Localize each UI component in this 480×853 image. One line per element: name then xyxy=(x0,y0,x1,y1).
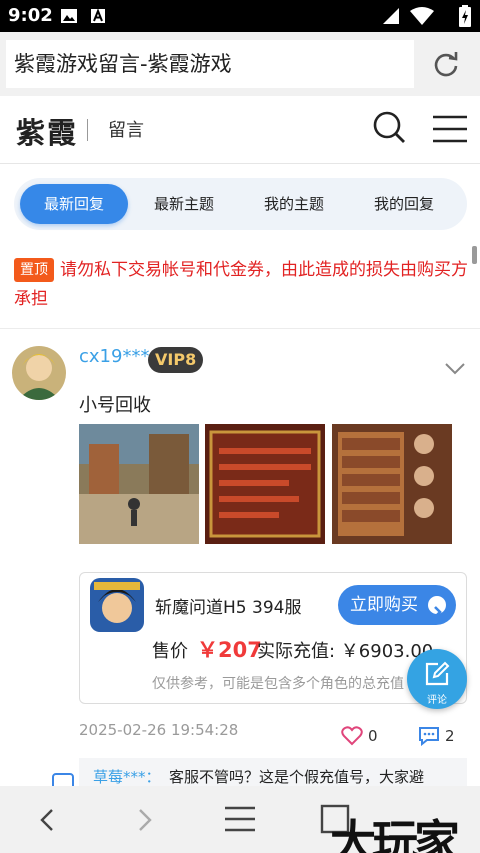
edit-icon xyxy=(425,661,450,686)
post-image-2[interactable] xyxy=(205,424,325,544)
buy-now-label: 立即购买 xyxy=(350,595,418,615)
post-username[interactable]: cx19*** xyxy=(79,346,149,367)
image-icon xyxy=(61,9,77,23)
reload-icon[interactable] xyxy=(432,50,460,78)
price-disclaimer: 仅供参考，可能是包含多个角色的总充值 xyxy=(152,676,404,692)
heart-icon[interactable] xyxy=(341,726,363,746)
pinned-badge: 置顶 xyxy=(14,258,54,282)
menu-lines-icon[interactable] xyxy=(224,806,256,832)
header-divider xyxy=(87,119,88,141)
screen: 9:02 紫霞游戏留言-紫霞游戏 紫霞 留言 最新回复 最新主题 我的主题 我的… xyxy=(0,0,480,853)
back-icon[interactable] xyxy=(38,808,56,832)
search-icon[interactable] xyxy=(372,110,406,144)
battery-icon xyxy=(459,5,471,27)
site-logo[interactable]: 紫霞 xyxy=(16,110,78,152)
status-bar: 9:02 xyxy=(0,0,480,32)
scrollbar-thumb[interactable] xyxy=(472,246,477,264)
post-text: 小号回收 xyxy=(79,395,151,416)
comment-icon[interactable] xyxy=(418,726,440,746)
signal-icon xyxy=(383,8,399,24)
forward-icon[interactable] xyxy=(136,808,154,832)
comment-fab-label: 评论 xyxy=(427,695,447,706)
menu-icon[interactable] xyxy=(432,114,468,144)
watermark: 大玩家 xyxy=(330,815,460,853)
reply-username[interactable]: 草莓***： xyxy=(93,766,161,787)
text-a-icon xyxy=(91,8,105,23)
arrow-right-icon xyxy=(428,596,446,618)
reply-item[interactable]: 草莓***： 客服不管吗？这是个假充值号，大家避 xyxy=(79,758,467,788)
site-header: 紫霞 留言 xyxy=(0,96,480,164)
status-time: 9:02 xyxy=(8,5,53,26)
price-label: 售价 xyxy=(152,641,188,662)
tab-my-replies[interactable]: 我的回复 xyxy=(350,184,458,224)
post-image-3[interactable] xyxy=(332,424,452,544)
browser-address-bar: 紫霞游戏留言-紫霞游戏 xyxy=(0,32,480,96)
buy-now-button[interactable]: 立即购买 xyxy=(338,585,456,625)
price-value: ￥207 xyxy=(197,638,262,662)
tab-bar: 最新回复 最新主题 我的主题 我的回复 xyxy=(14,178,467,230)
like-count: 0 xyxy=(368,727,378,745)
comment-fab[interactable]: 评论 xyxy=(407,649,467,709)
game-icon xyxy=(90,578,144,632)
recharge-amount: 实际充值: ￥6903.00 xyxy=(257,641,434,662)
vip-badge: VIP8 xyxy=(148,347,204,373)
divider xyxy=(0,328,480,329)
wifi-icon xyxy=(410,7,434,25)
page-title: 留言 xyxy=(108,120,144,141)
post-image-1[interactable] xyxy=(79,424,199,544)
url-field[interactable]: 紫霞游戏留言-紫霞游戏 xyxy=(6,40,414,88)
notice-text: 请勿私下交易帐号和代金券，由此造成的损失由购买方承担 xyxy=(14,260,468,309)
tab-my-topics[interactable]: 我的主题 xyxy=(240,184,348,224)
comment-count: 2 xyxy=(445,727,455,745)
reply-text: 客服不管吗？这是个假充值号，大家避 xyxy=(169,768,425,786)
chevron-down-icon[interactable] xyxy=(444,362,466,376)
avatar[interactable] xyxy=(12,346,66,400)
post-timestamp: 2025-02-26 19:54:28 xyxy=(79,721,239,739)
tab-latest-replies[interactable]: 最新回复 xyxy=(20,184,128,224)
pinned-notice[interactable]: 置顶 请勿私下交易帐号和代金券，由此造成的损失由购买方承担 xyxy=(14,256,470,314)
game-name: 斩魔问道H5 394服 xyxy=(155,598,302,618)
tab-latest-topics[interactable]: 最新主题 xyxy=(130,184,238,224)
